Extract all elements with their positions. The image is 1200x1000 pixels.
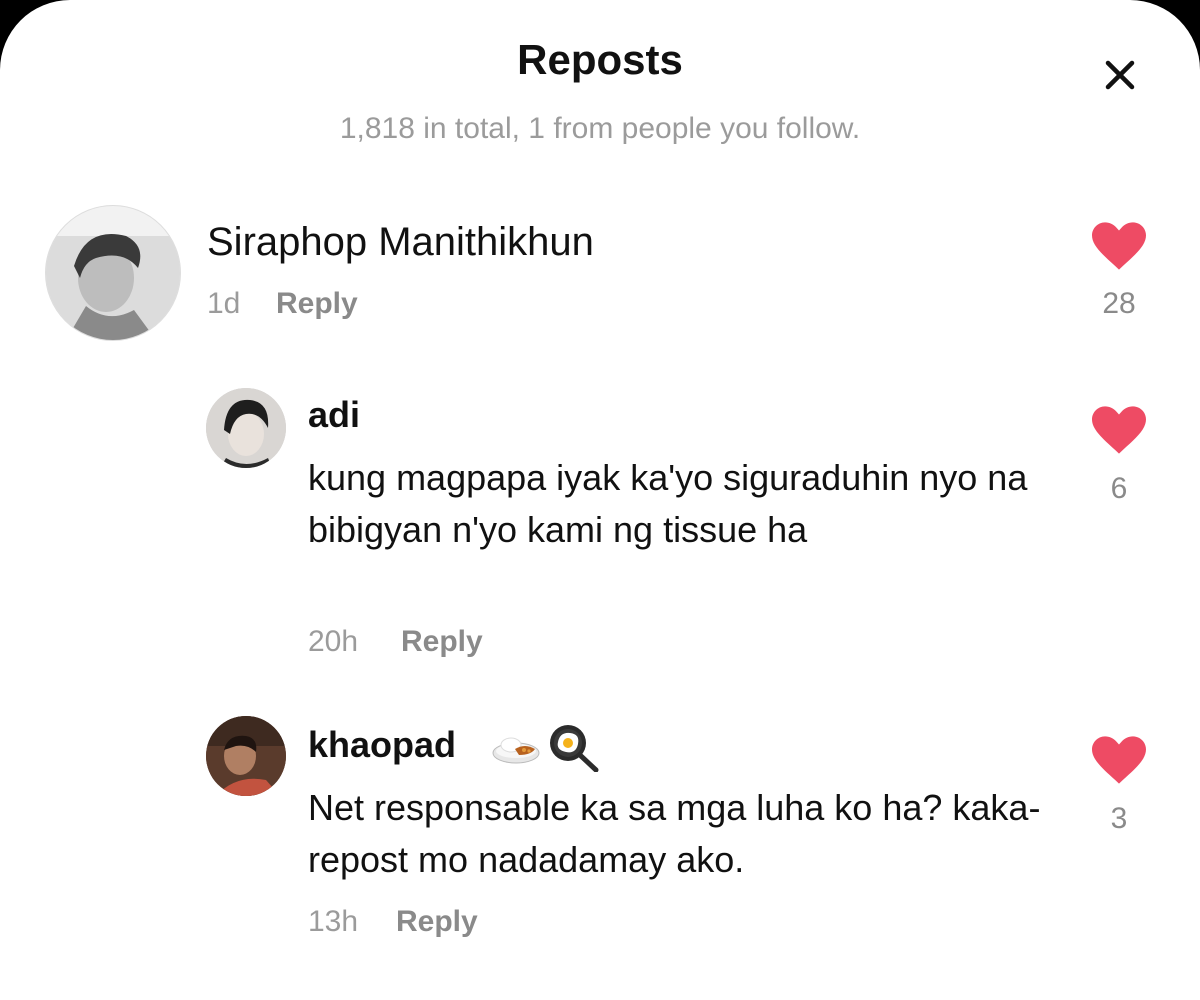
close-icon	[1105, 60, 1135, 90]
avatar-photo	[46, 206, 180, 340]
comment-text: kung magpapa iyak ka'yo siguraduhin nyo …	[308, 457, 1028, 550]
curry-rice-emoji	[491, 727, 541, 772]
repost-summary: 1,818 in total, 1 from people you follow…	[339, 112, 861, 145]
curry-rice-icon	[492, 737, 540, 764]
reposts-sheet: Reposts 1,818 in total, 1 from people yo…	[0, 0, 1200, 1000]
comment-username[interactable]: khaopad	[308, 724, 456, 766]
like-button[interactable]	[1092, 406, 1146, 459]
heart-icon	[1092, 222, 1146, 270]
heart-icon	[1092, 736, 1146, 784]
frying-pan-egg-icon	[550, 725, 599, 773]
like-button[interactable]	[1092, 736, 1146, 789]
close-button[interactable]	[1100, 55, 1140, 95]
reply-button[interactable]: Reply	[396, 905, 478, 939]
reply-button[interactable]: Reply	[401, 625, 483, 659]
like-count: 28	[1102, 287, 1136, 320]
avatar[interactable]	[45, 205, 181, 341]
comment-timestamp: 1d	[207, 287, 241, 320]
reply-button[interactable]: Reply	[276, 287, 358, 321]
comment-text: Net responsable ka sa mga luha ko ha? ka…	[308, 787, 1041, 880]
avatar[interactable]	[206, 716, 286, 796]
comment-username[interactable]: adi	[308, 394, 360, 436]
like-count: 6	[1110, 472, 1128, 505]
like-count: 3	[1110, 802, 1128, 835]
avatar-photo	[206, 388, 286, 468]
heart-icon	[1092, 406, 1146, 454]
comment-username[interactable]: Siraphop Manithikhun	[207, 220, 594, 265]
avatar[interactable]	[206, 388, 286, 468]
comment-timestamp: 13h	[308, 905, 359, 938]
frying-pan-egg-emoji	[546, 722, 600, 777]
sheet-title: Reposts	[517, 36, 683, 83]
comment-timestamp: 20h	[308, 625, 359, 658]
avatar-photo	[206, 716, 286, 796]
like-button[interactable]	[1092, 222, 1146, 275]
